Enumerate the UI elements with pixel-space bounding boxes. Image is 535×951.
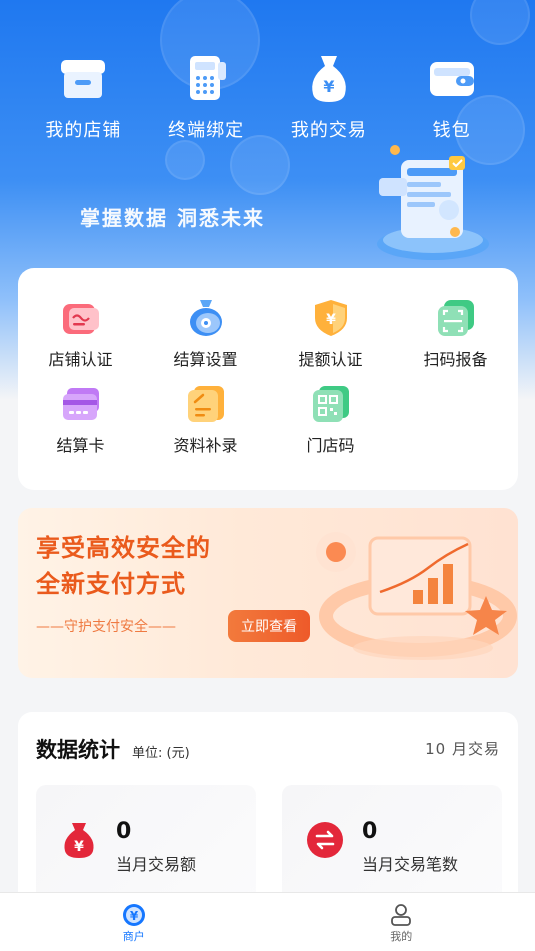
service-label: 店铺认证 (48, 350, 113, 369)
yuan-bag-icon: ¥ (60, 821, 98, 859)
service-label: 扫码报备 (423, 350, 488, 369)
money-bag-icon: ¥ (303, 52, 355, 104)
banner-title-line: 全新支付方式 (36, 570, 186, 598)
settlement-settings-icon (186, 298, 226, 338)
decorative-coin (230, 135, 290, 195)
tab-label: 商户 (122, 930, 145, 943)
service-store-code[interactable]: 门店码 (268, 384, 393, 456)
stats-month-selector[interactable]: 10 月交易 (425, 738, 500, 759)
view-now-button[interactable]: 立即查看 (228, 610, 310, 642)
banner-subtitle: ——守护支付安全—— (36, 619, 176, 635)
svg-text:¥: ¥ (74, 839, 84, 855)
top-menu-my-transactions[interactable]: ¥ 我的交易 (274, 52, 384, 142)
stats-unit: 单位: (元) (132, 746, 190, 761)
promo-banner[interactable]: 享受高效安全的 全新支付方式 ——守护支付安全—— 立即查看 (18, 508, 518, 678)
service-settlement-card[interactable]: 结算卡 (18, 384, 143, 456)
stat-value: 0 (116, 819, 132, 844)
wallet-icon (426, 52, 478, 104)
tab-merchant[interactable]: ¥ 商户 (0, 893, 268, 951)
top-menu-wallet[interactable]: 钱包 (397, 52, 507, 142)
payment-security-illustration-icon (308, 516, 518, 676)
hero-slogan: 掌握数据 洞悉未来 (80, 206, 265, 230)
profile-icon (391, 904, 412, 926)
service-label: 结算设置 (173, 350, 238, 369)
bank-card-icon (61, 384, 101, 424)
top-menu-terminal-binding[interactable]: 终端绑定 (151, 52, 261, 142)
transfer-arrows-icon (306, 821, 344, 859)
service-limit-increase[interactable]: ¥ 提额认证 (268, 298, 393, 370)
store-icon (57, 52, 109, 104)
banner-title-line: 享受高效安全的 (36, 534, 211, 562)
merchant-icon: ¥ (122, 904, 145, 926)
service-data-supplement[interactable]: 资料补录 (143, 384, 268, 456)
limit-increase-shield-icon: ¥ (311, 298, 351, 338)
store-certification-icon (61, 298, 101, 338)
service-label: 门店码 (306, 436, 355, 455)
service-label: 资料补录 (173, 436, 238, 455)
services-grid: 店铺认证 结算设置 ¥ 提额认证 扫码报备 结算卡 资料补录 门店码 (18, 298, 518, 456)
decorative-coin (165, 140, 205, 180)
service-settlement-settings[interactable]: 结算设置 (143, 298, 268, 370)
tab-profile[interactable]: 我的 (268, 893, 535, 951)
document-edit-icon (186, 384, 226, 424)
data-illustration-icon (365, 138, 495, 268)
banner-title: 享受高效安全的 全新支付方式 (36, 530, 211, 602)
services-card: 店铺认证 结算设置 ¥ 提额认证 扫码报备 结算卡 资料补录 门店码 (18, 268, 518, 490)
stat-value: 0 (362, 819, 378, 844)
top-menu-label: 我的交易 (290, 120, 367, 141)
decorative-coin (470, 0, 530, 45)
qr-code-icon (311, 384, 351, 424)
bottom-tab-bar: ¥ 商户 我的 (0, 892, 535, 951)
stat-label: 当月交易额 (116, 855, 197, 874)
top-menu-label: 我的店铺 (45, 120, 122, 141)
svg-text:¥: ¥ (130, 909, 139, 923)
stats-title: 数据统计 (36, 738, 120, 762)
top-menu: 我的店铺 终端绑定 ¥ 我的交易 钱包 (0, 52, 535, 142)
pos-terminal-icon (180, 52, 232, 104)
top-menu-my-store[interactable]: 我的店铺 (28, 52, 138, 142)
service-scan-report[interactable]: 扫码报备 (393, 298, 518, 370)
top-menu-label: 终端绑定 (168, 120, 245, 141)
svg-text:¥: ¥ (326, 312, 336, 328)
statistics-card: 数据统计 单位: (元) 10 月交易 ¥ 0 当月交易额 0 当月交易笔数 (18, 712, 518, 915)
scan-code-icon (436, 298, 476, 338)
service-label: 提额认证 (298, 350, 363, 369)
svg-text:¥: ¥ (323, 77, 334, 96)
service-label: 结算卡 (56, 436, 105, 455)
service-store-certification[interactable]: 店铺认证 (18, 298, 143, 370)
tab-label: 我的 (390, 930, 413, 943)
stat-label: 当月交易笔数 (362, 855, 459, 874)
